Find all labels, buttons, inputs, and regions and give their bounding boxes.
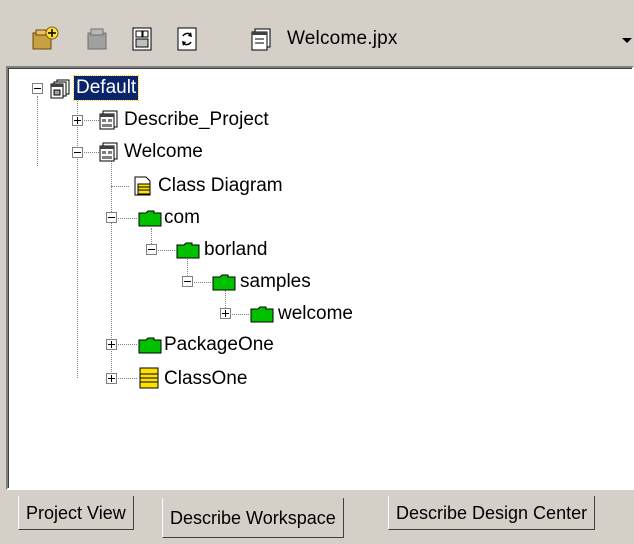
tab-describe-design-center[interactable]: Describe Design Center <box>388 496 596 530</box>
project-tree-panel[interactable]: Default Describe_Project Welcome Class D… <box>6 66 634 490</box>
class-diagram-icon <box>132 176 154 196</box>
package-folder-icon <box>250 304 274 324</box>
remove-project-icon <box>87 28 107 50</box>
tree-node-default[interactable]: Default <box>72 75 140 101</box>
tab-describe-workspace[interactable]: Describe Workspace <box>162 498 344 538</box>
collapse-welcome-toggle[interactable] <box>72 147 83 158</box>
collapse-samples-toggle[interactable] <box>182 276 193 287</box>
tree-node-com[interactable]: com <box>164 206 200 230</box>
class-icon <box>138 367 160 389</box>
expand-classone-toggle[interactable] <box>106 373 117 384</box>
project-icon <box>98 142 120 162</box>
expand-packageone-toggle[interactable] <box>106 339 117 350</box>
close-project-icon <box>132 27 152 51</box>
package-folder-icon <box>138 335 162 355</box>
project-icon <box>98 110 120 130</box>
tree-line <box>37 96 38 166</box>
collapse-com-toggle[interactable] <box>106 212 117 223</box>
project-tree: Default Describe_Project Welcome Class D… <box>8 68 632 488</box>
tree-line <box>111 186 129 187</box>
tree-node-classone[interactable]: ClassOne <box>164 367 247 391</box>
toolbar: Welcome.jpx <box>0 0 634 76</box>
chevron-down-icon[interactable] <box>622 38 632 43</box>
workspace-icon <box>50 79 72 99</box>
tree-node-borland[interactable]: borland <box>204 238 267 262</box>
close-project-button[interactable] <box>126 22 160 56</box>
project-file-icon <box>251 28 271 51</box>
package-folder-icon <box>212 272 236 292</box>
package-folder-icon <box>176 240 200 260</box>
tree-node-samples[interactable]: samples <box>240 270 311 294</box>
collapse-default-toggle[interactable] <box>32 83 43 94</box>
collapse-borland-toggle[interactable] <box>146 244 157 255</box>
tree-line <box>77 96 78 378</box>
tree-node-class-diagram[interactable]: Class Diagram <box>158 174 283 198</box>
tab-project-view[interactable]: Project View <box>18 496 134 530</box>
add-project-button[interactable] <box>28 22 62 56</box>
tree-node-welcome-package[interactable]: welcome <box>278 302 353 326</box>
expand-describe-project-toggle[interactable] <box>72 115 83 126</box>
expand-welcome-package-toggle[interactable] <box>220 308 231 319</box>
project-selector-icon-wrap <box>244 22 278 56</box>
refresh-icon <box>177 27 197 51</box>
tree-node-welcome[interactable]: Welcome <box>124 140 203 164</box>
remove-project-button[interactable] <box>82 22 116 56</box>
refresh-button[interactable] <box>170 22 204 56</box>
bottom-tab-bar: Project View Describe Workspace Describe… <box>0 490 634 544</box>
package-folder-icon <box>138 208 162 228</box>
add-project-icon <box>32 26 59 50</box>
tree-node-packageone[interactable]: PackageOne <box>164 333 274 357</box>
current-project-label[interactable]: Welcome.jpx <box>287 28 398 50</box>
tree-node-describe-project[interactable]: Describe_Project <box>124 108 269 132</box>
